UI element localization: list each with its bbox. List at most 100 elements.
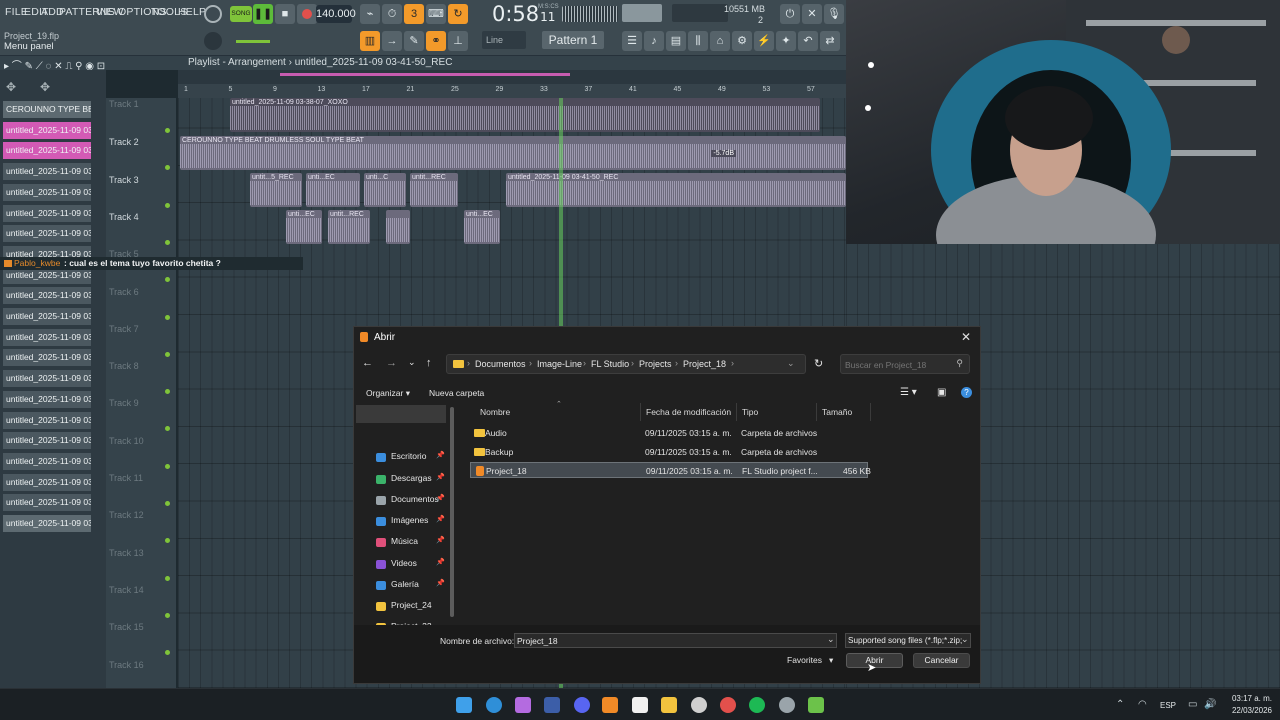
favorites-menu[interactable]: Favorites ▾ bbox=[787, 655, 833, 666]
track-mute-led[interactable] bbox=[165, 463, 170, 469]
audio-clip[interactable]: unti...EC bbox=[286, 210, 322, 244]
clock-date[interactable]: 22/03/2026 bbox=[1224, 706, 1272, 715]
track-name[interactable]: Track 13 bbox=[109, 548, 144, 558]
back-icon[interactable]: ← bbox=[362, 357, 373, 369]
audio-clip[interactable]: untit...5_REC bbox=[250, 173, 302, 207]
audio-clip[interactable]: CEROUNNO TYPE BEAT DRUMLESS SOUL TYPE BE… bbox=[180, 136, 846, 170]
playlist-icon[interactable]: ☰ bbox=[622, 31, 642, 51]
discord-icon[interactable] bbox=[574, 697, 590, 713]
track-mute-led[interactable] bbox=[165, 128, 170, 133]
track-mute-led[interactable] bbox=[165, 314, 170, 320]
file-type-select[interactable]: Supported song files (*.flp;*.zip; bbox=[845, 633, 971, 648]
spotify-icon[interactable] bbox=[749, 697, 765, 713]
help-icon[interactable]: ? bbox=[961, 387, 972, 398]
song-mode-button[interactable]: SONG bbox=[230, 6, 252, 22]
pattern-item[interactable]: untitled_2025-11-09 03-... bbox=[3, 473, 91, 491]
track-name[interactable]: Track 12 bbox=[109, 510, 144, 520]
track-mute-led[interactable] bbox=[165, 351, 170, 357]
track-mute-led[interactable] bbox=[165, 501, 170, 506]
audio-clip[interactable]: untitled_2025-11-09 03-41-50_REC bbox=[506, 173, 846, 207]
refresh-icon[interactable]: ↻ bbox=[814, 357, 823, 370]
document-icon[interactable] bbox=[632, 697, 648, 713]
browser-move-icon[interactable]: ✥ bbox=[40, 80, 50, 94]
language-indicator[interactable]: ESP bbox=[1160, 701, 1176, 710]
nav-item[interactable]: Imágenes bbox=[391, 515, 428, 525]
breadcrumb-documentos[interactable]: Documentos bbox=[475, 359, 526, 369]
wait-input-icon[interactable]: ⏱ bbox=[382, 4, 402, 24]
pattern-item[interactable]: untitled_2025-11-09 03-... bbox=[3, 204, 91, 222]
channel-rack-icon[interactable]: ▤ bbox=[666, 31, 686, 51]
timeline-ruler[interactable]: 1 5 9 13 17 21 25 29 33 37 41 45 49 53 57 bbox=[178, 84, 846, 98]
new-folder-button[interactable]: Nueva carpeta bbox=[429, 388, 484, 398]
search-input[interactable] bbox=[845, 358, 955, 371]
organize-menu[interactable]: Organizar ▾ bbox=[366, 388, 410, 399]
pattern-selector[interactable]: Pattern 1 bbox=[542, 31, 604, 49]
pattern-item[interactable]: untitled_2025-11-09 03-... bbox=[3, 163, 91, 181]
address-bar[interactable]: › Documentos › Image-Line › FL Studio › … bbox=[446, 354, 806, 374]
browser-arrows-icon[interactable]: ✥ bbox=[6, 80, 16, 94]
file-explorer-icon[interactable] bbox=[661, 697, 677, 713]
undo-icon[interactable]: ↶ bbox=[798, 31, 818, 51]
metronome-icon[interactable]: ⌁ bbox=[360, 4, 380, 24]
mixer-icon[interactable]: ⫼ bbox=[688, 31, 708, 51]
tempo-display[interactable]: 140.000 bbox=[316, 5, 356, 23]
pattern-item[interactable]: untitled_2025-11-09 03-... bbox=[3, 287, 91, 305]
track-name[interactable]: Track 4 bbox=[109, 212, 139, 222]
pattern-item[interactable]: untitled_2025-11-09 03-... bbox=[3, 452, 91, 470]
nav-item[interactable]: Escritorio bbox=[391, 451, 426, 461]
audio-clip[interactable]: untit...REC bbox=[410, 173, 458, 207]
pattern-item[interactable]: untitled_2025-11-09 03-... bbox=[3, 183, 91, 201]
track-name[interactable]: Track 10 bbox=[109, 436, 144, 446]
start-icon[interactable] bbox=[456, 697, 472, 713]
piano-icon[interactable]: ♪ bbox=[644, 31, 664, 51]
file-type-chevron-icon[interactable]: ⌄ bbox=[961, 634, 969, 645]
settings-icon[interactable] bbox=[779, 697, 795, 713]
fl-studio-taskbar-icon[interactable] bbox=[602, 697, 618, 713]
microphone-icon[interactable]: 🎙 bbox=[824, 4, 844, 24]
track-name[interactable]: Track 7 bbox=[109, 324, 139, 334]
nav-item[interactable]: Galería bbox=[391, 579, 419, 589]
audio-clip[interactable] bbox=[386, 210, 410, 244]
pattern-item[interactable]: untitled_2025-11-09 03-... bbox=[3, 390, 91, 408]
stamp-icon[interactable]: ⊥ bbox=[448, 31, 468, 51]
filename-field[interactable] bbox=[514, 633, 837, 648]
network-icon[interactable]: ▭ bbox=[1188, 699, 1197, 710]
cancel-button[interactable]: Cancelar bbox=[913, 653, 970, 668]
nav-item[interactable]: Documentos bbox=[391, 494, 439, 504]
track-mute-led[interactable] bbox=[165, 575, 170, 581]
file-row[interactable]: Project_18 09/11/2025 03:15 a. m. FL Studi… bbox=[470, 462, 871, 478]
pattern-item[interactable]: CEROUNNO TYPE BEAT... bbox=[3, 101, 91, 118]
browser-icon[interactable]: ⌂ bbox=[710, 31, 730, 51]
tray-chevron-icon[interactable]: ⌃ bbox=[1116, 699, 1124, 710]
navigation-scrollbar[interactable] bbox=[450, 407, 454, 617]
track-name[interactable]: Track 8 bbox=[109, 361, 139, 371]
audio-clip[interactable]: unti...EC bbox=[306, 173, 360, 207]
link-icon[interactable]: ⚭ bbox=[426, 31, 446, 51]
track-name[interactable]: Track 14 bbox=[109, 585, 144, 595]
pattern-item[interactable]: untitled_2025-11-09 03-... bbox=[3, 411, 91, 429]
audio-clip[interactable]: unti...EC bbox=[464, 210, 500, 244]
column-name[interactable]: Nombre bbox=[480, 407, 510, 417]
view-options-icon[interactable]: ☰ ▾ bbox=[900, 387, 917, 398]
plug-icon[interactable]: ⚡ bbox=[754, 31, 774, 51]
preview-pane-icon[interactable]: ▣ bbox=[937, 387, 946, 398]
master-pitch-knob-icon[interactable] bbox=[204, 32, 222, 50]
dialog-close-button[interactable]: ✕ bbox=[958, 329, 974, 345]
breadcrumb-projects[interactable]: Projects bbox=[639, 359, 672, 369]
column-date[interactable]: Fecha de modificación bbox=[646, 407, 731, 417]
play-button[interactable]: ❚❚ bbox=[253, 4, 273, 24]
nav-item[interactable]: Música bbox=[391, 536, 418, 546]
pattern-item[interactable]: untitled_2025-11-09 03-... bbox=[3, 308, 91, 325]
clock-time[interactable]: 03:17 a. m. bbox=[1224, 694, 1272, 703]
close-icon[interactable]: ✕ bbox=[802, 4, 822, 24]
address-dropdown-icon[interactable]: ⌄ bbox=[787, 358, 795, 369]
track-name[interactable]: Track 3 bbox=[109, 175, 139, 185]
step-edit-icon[interactable]: ⌨ bbox=[426, 4, 446, 24]
pattern-item[interactable]: untitled_2025-11-09 03-... bbox=[3, 328, 91, 346]
filename-dropdown-icon[interactable]: ⌄ bbox=[827, 634, 835, 645]
up-icon[interactable]: ↑ bbox=[426, 357, 432, 369]
loop-record-icon[interactable]: ↻ bbox=[448, 4, 468, 24]
breadcrumb-project-18[interactable]: Project_18 bbox=[683, 359, 726, 369]
nav-item[interactable]: Descargas bbox=[391, 473, 432, 483]
chrome-icon[interactable] bbox=[720, 697, 736, 713]
